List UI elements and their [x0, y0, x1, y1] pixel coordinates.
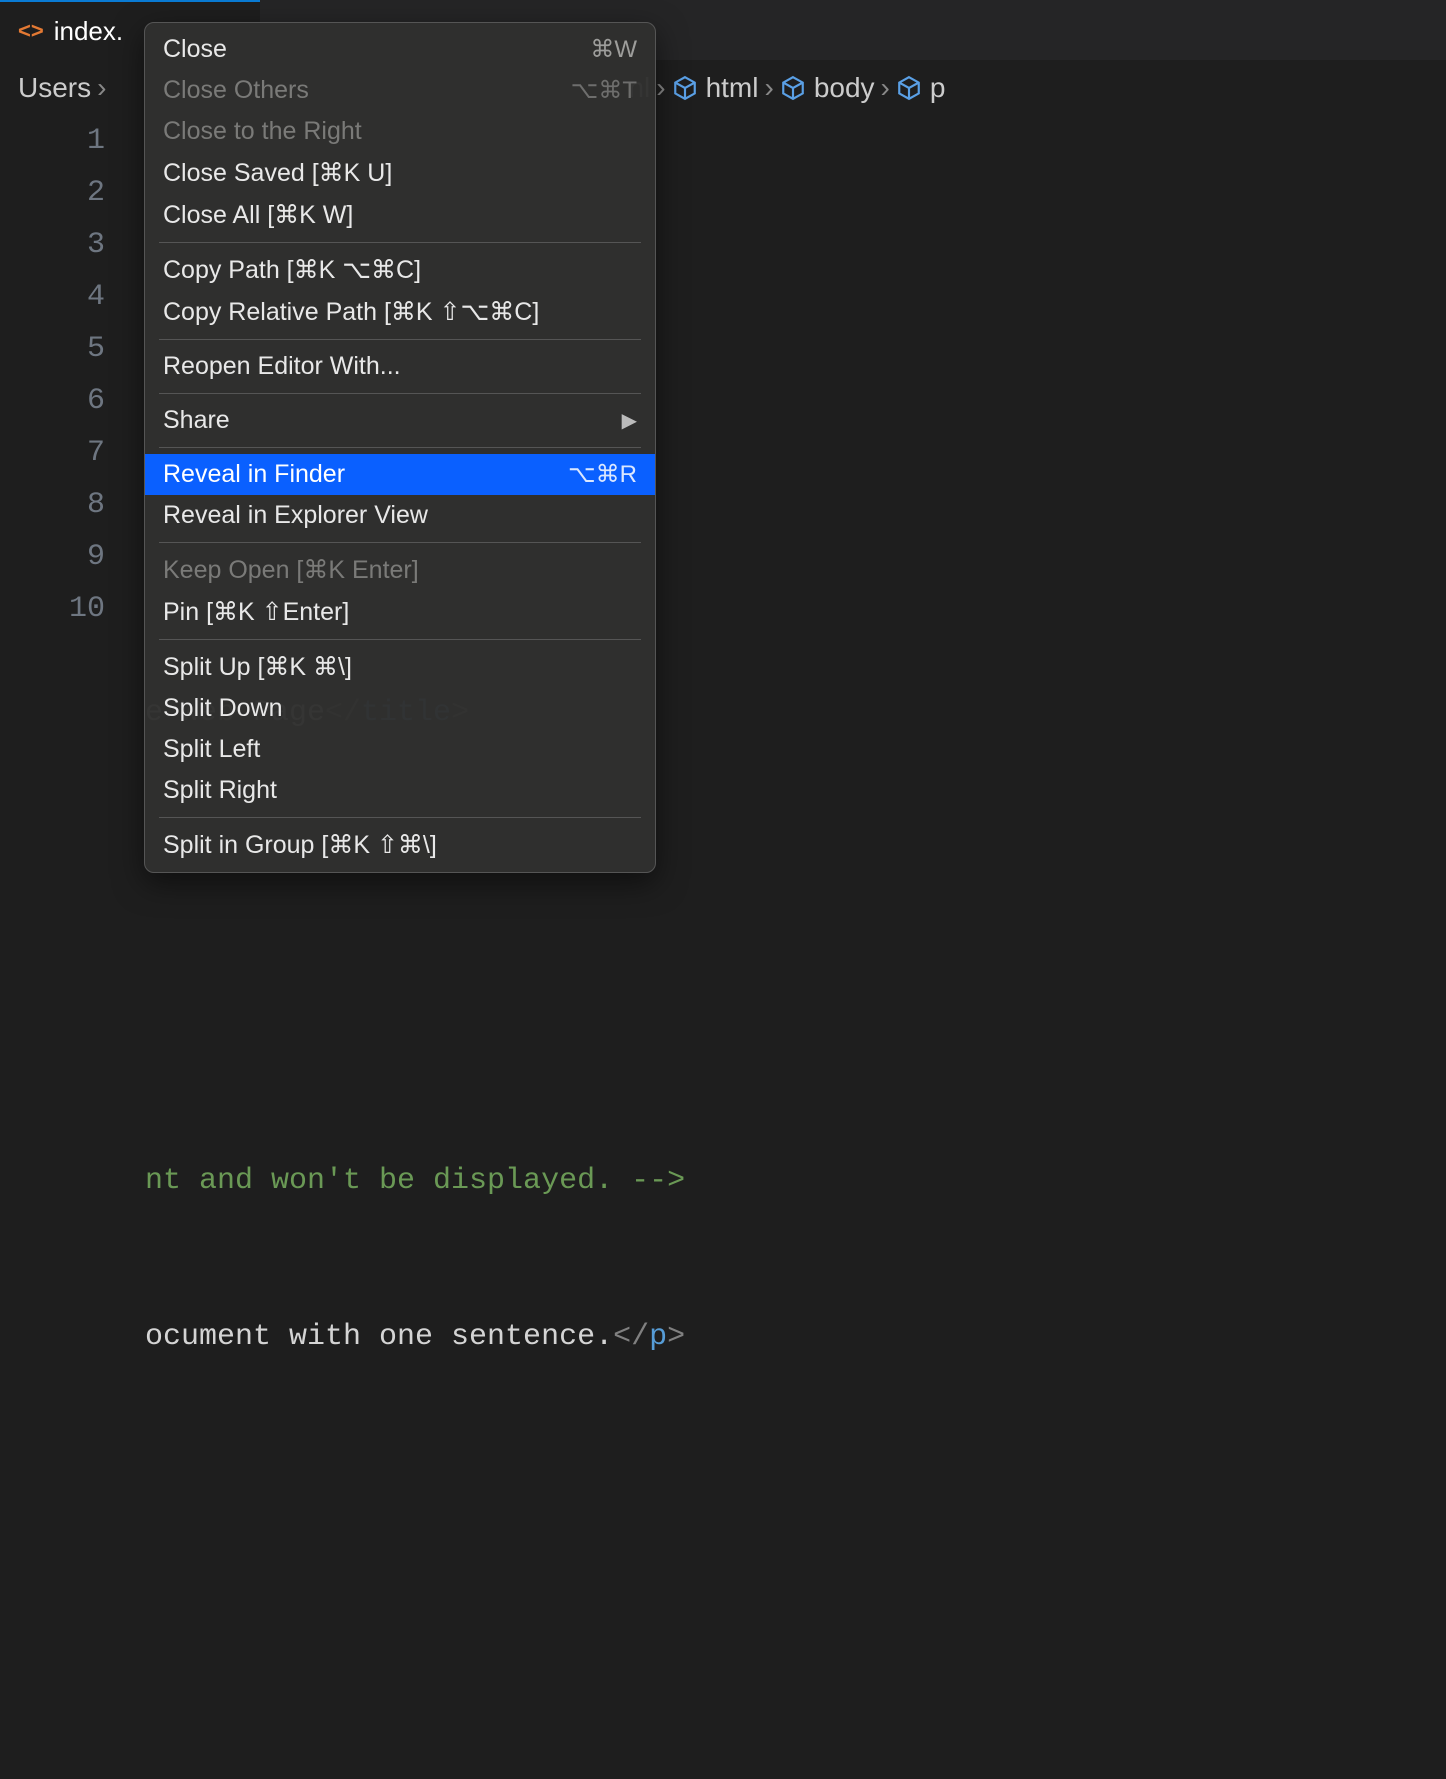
menu-label: Keep Open [⌘K Enter] [163, 555, 419, 585]
menu-split-left[interactable]: Split Left [145, 729, 655, 770]
line-number: 10 [0, 583, 105, 635]
menu-label: Pin [⌘K ⇧Enter] [163, 597, 349, 627]
html-file-icon: <> [18, 18, 44, 44]
menu-copy-relative-path[interactable]: Copy Relative Path [⌘K ⇧⌥⌘C] [145, 291, 655, 333]
tab-context-menu: Close ⌘W Close Others ⌥⌘T Close to the R… [144, 22, 656, 873]
menu-label: Split in Group [⌘K ⇧⌘\] [163, 830, 437, 860]
menu-separator [159, 447, 641, 448]
menu-label: Split Down [163, 694, 283, 723]
chevron-right-icon: ▶ [622, 408, 637, 433]
menu-copy-path[interactable]: Copy Path [⌘K ⌥⌘C] [145, 249, 655, 291]
menu-split-in-group[interactable]: Split in Group [⌘K ⇧⌘\] [145, 824, 655, 866]
menu-reveal-in-explorer[interactable]: Reveal in Explorer View [145, 495, 655, 536]
menu-label: Reveal in Explorer View [163, 501, 428, 530]
symbol-icon [672, 75, 698, 101]
menu-close-saved[interactable]: Close Saved [⌘K U] [145, 152, 655, 194]
breadcrumb-separator: › [764, 72, 773, 104]
menu-close-right: Close to the Right [145, 111, 655, 152]
menu-shortcut: ⌥⌘T [571, 76, 637, 105]
code-line [145, 1467, 1446, 1519]
menu-label: Close Others [163, 76, 309, 105]
code-line [145, 999, 1446, 1051]
line-number: 8 [0, 479, 105, 531]
menu-separator [159, 242, 641, 243]
breadcrumb-segment[interactable]: p [930, 72, 946, 104]
menu-reopen-with[interactable]: Reopen Editor With... [145, 346, 655, 387]
symbol-icon [780, 75, 806, 101]
line-number: 7 [0, 427, 105, 479]
menu-label: Copy Relative Path [⌘K ⇧⌥⌘C] [163, 297, 539, 327]
line-number: 4 [0, 271, 105, 323]
line-number: 5 [0, 323, 105, 375]
menu-shortcut: ⌘W [590, 35, 637, 64]
menu-label: Reveal in Finder [163, 460, 345, 489]
tab-filename: index. [54, 16, 123, 47]
menu-label: Split Up [⌘K ⌘\] [163, 652, 352, 682]
line-number-gutter: 1 2 3 4 5 6 7 8 9 10 [0, 115, 145, 1779]
menu-close-others: Close Others ⌥⌘T [145, 70, 655, 111]
menu-separator [159, 542, 641, 543]
line-number: 2 [0, 167, 105, 219]
menu-shortcut: ⌥⌘R [568, 460, 637, 489]
symbol-icon [896, 75, 922, 101]
menu-label: Close All [⌘K W] [163, 200, 353, 230]
breadcrumb-separator: › [656, 72, 665, 104]
menu-separator [159, 817, 641, 818]
menu-label: Reopen Editor With... [163, 352, 401, 381]
menu-label: Copy Path [⌘K ⌥⌘C] [163, 255, 421, 285]
menu-separator [159, 639, 641, 640]
menu-label: Split Left [163, 735, 260, 764]
menu-reveal-in-finder[interactable]: Reveal in Finder ⌥⌘R [145, 454, 655, 495]
code-line: nt and won't be displayed. --> [145, 1155, 1446, 1207]
menu-separator [159, 393, 641, 394]
menu-separator [159, 339, 641, 340]
menu-share[interactable]: Share ▶ [145, 400, 655, 441]
line-number: 3 [0, 219, 105, 271]
menu-label: Share [163, 406, 230, 435]
menu-split-up[interactable]: Split Up [⌘K ⌘\] [145, 646, 655, 688]
menu-close-all[interactable]: Close All [⌘K W] [145, 194, 655, 236]
breadcrumb-separator: › [97, 72, 106, 104]
line-number: 9 [0, 531, 105, 583]
code-line [145, 1623, 1446, 1675]
menu-split-down[interactable]: Split Down [145, 688, 655, 729]
breadcrumb-segment[interactable]: html [706, 72, 759, 104]
menu-label: Close [163, 35, 227, 64]
menu-pin[interactable]: Pin [⌘K ⇧Enter] [145, 591, 655, 633]
code-line: ocument with one sentence.</p> [145, 1311, 1446, 1363]
line-number: 6 [0, 375, 105, 427]
line-number: 1 [0, 115, 105, 167]
breadcrumb-segment[interactable]: body [814, 72, 875, 104]
menu-split-right[interactable]: Split Right [145, 770, 655, 811]
menu-keep-open: Keep Open [⌘K Enter] [145, 549, 655, 591]
breadcrumb-segment[interactable]: Users [18, 72, 91, 104]
menu-label: Close Saved [⌘K U] [163, 158, 392, 188]
breadcrumb-separator: › [881, 72, 890, 104]
menu-label: Close to the Right [163, 117, 362, 146]
menu-label: Split Right [163, 776, 277, 805]
menu-close[interactable]: Close ⌘W [145, 29, 655, 70]
